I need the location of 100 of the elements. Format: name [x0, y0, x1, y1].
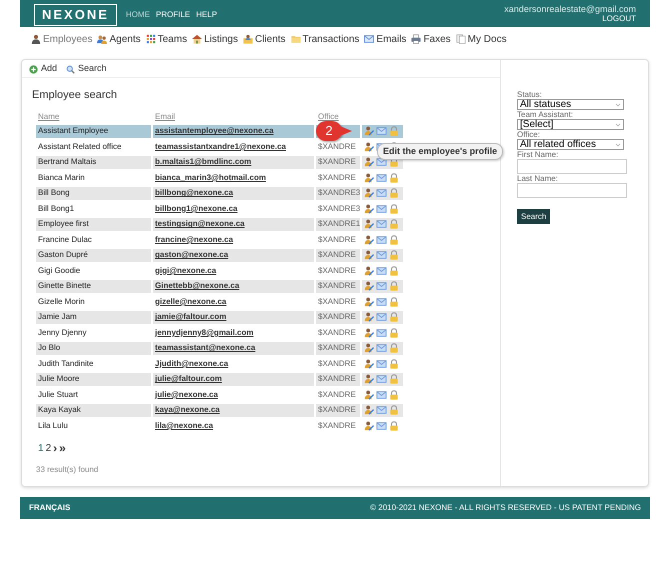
search-button[interactable]: Search: [66, 62, 107, 76]
lock-icon[interactable]: [389, 250, 400, 260]
envelope-icon[interactable]: [376, 172, 388, 183]
person-pencil-icon[interactable]: [364, 250, 374, 260]
person-pencil-icon[interactable]: [364, 343, 374, 354]
nav-link[interactable]: PROFILE: [156, 9, 190, 21]
nav-tab[interactable]: Agents: [97, 32, 141, 46]
envelope-icon[interactable]: [376, 296, 388, 307]
nav-link[interactable]: HOME: [126, 9, 150, 21]
column-header[interactable]: Email: [155, 112, 176, 120]
lock-icon[interactable]: [389, 266, 400, 276]
person-pencil-icon[interactable]: [364, 157, 374, 168]
lock-icon[interactable]: [389, 420, 400, 431]
lock-icon[interactable]: [389, 157, 400, 168]
envelope-icon[interactable]: [376, 204, 388, 214]
lock-icon[interactable]: [389, 234, 400, 245]
page-link[interactable]: ›: [53, 443, 58, 453]
person-pencil-icon[interactable]: [364, 405, 374, 416]
email-link[interactable]: Jjudith@nexone.ca: [155, 358, 228, 368]
page-link[interactable]: »: [59, 443, 66, 453]
lock-icon[interactable]: [389, 219, 400, 230]
envelope-icon[interactable]: [376, 250, 388, 260]
envelope-icon[interactable]: [376, 420, 388, 431]
envelope-icon[interactable]: [376, 358, 388, 369]
lock-icon[interactable]: [389, 204, 400, 214]
email-link[interactable]: bianca_marin3@hotmail.com: [155, 172, 266, 182]
lock-icon[interactable]: [389, 405, 400, 416]
nav-tab[interactable]: Teams: [146, 32, 188, 46]
nav-tab[interactable]: Emails: [364, 32, 406, 46]
envelope-icon[interactable]: [376, 157, 388, 168]
nav-tab[interactable]: Faxes: [411, 32, 451, 46]
nav-tab[interactable]: My Docs: [456, 32, 507, 46]
table-cell: Employee first: [36, 218, 151, 231]
lock-icon[interactable]: [389, 328, 400, 338]
lock-icon[interactable]: [389, 358, 400, 369]
envelope-icon[interactable]: [376, 343, 388, 354]
input-field[interactable]: [517, 183, 627, 198]
email-link[interactable]: gizelle@nexone.ca: [155, 296, 226, 306]
envelope-icon[interactable]: [376, 312, 388, 322]
email-link[interactable]: julie@nexone.ca: [155, 390, 218, 399]
search-button[interactable]: Search: [517, 209, 550, 224]
add-button[interactable]: Add: [29, 62, 58, 76]
person-pencil-icon[interactable]: [364, 358, 374, 369]
person-pencil-icon[interactable]: [364, 374, 374, 384]
logout-link[interactable]: LOGOUT: [602, 14, 636, 24]
email-link[interactable]: billbong1@nexone.ca: [155, 204, 238, 213]
email-link[interactable]: teamassistantxandre1@nexone.ca: [155, 142, 286, 151]
dropdown[interactable]: All related offices: [517, 139, 624, 150]
nav-tab[interactable]: Listings: [192, 32, 238, 46]
person-pencil-icon[interactable]: [364, 172, 374, 183]
dropdown[interactable]: [Select]: [517, 119, 624, 130]
envelope-icon[interactable]: [376, 266, 388, 276]
tooltip: Edit the employee's profile: [377, 143, 504, 160]
lock-icon[interactable]: [389, 281, 400, 292]
email-link[interactable]: jennydjenny8@gmail.com: [155, 328, 254, 337]
person-pencil-icon[interactable]: [364, 204, 374, 214]
dropdown[interactable]: All statuses: [517, 99, 624, 110]
column-header[interactable]: Office: [318, 112, 339, 120]
language-link[interactable]: FRANÇAIS: [29, 502, 70, 514]
person-pencil-icon[interactable]: [364, 266, 374, 276]
envelope-icon[interactable]: [376, 281, 388, 292]
lock-icon[interactable]: [389, 188, 400, 198]
input-field[interactable]: [517, 159, 627, 174]
envelope-icon[interactable]: [376, 126, 388, 136]
email-link[interactable]: lila@nexone.ca: [155, 420, 214, 430]
person-pencil-icon[interactable]: [364, 281, 374, 292]
nav-tab[interactable]: Employees: [31, 32, 92, 46]
envelope-icon[interactable]: [376, 188, 388, 198]
lock-icon[interactable]: [389, 390, 400, 400]
lock-icon[interactable]: [389, 296, 400, 307]
table-cell: Gaston Dupré: [36, 248, 151, 262]
person-pencil-icon[interactable]: [364, 188, 374, 198]
envelope-icon[interactable]: [376, 405, 388, 416]
lock-icon[interactable]: [389, 126, 400, 136]
lock-icon[interactable]: [389, 374, 400, 384]
nav-tab[interactable]: Transactions: [290, 32, 360, 46]
nav-link[interactable]: HELP: [196, 9, 218, 21]
nav-tab[interactable]: Clients: [242, 32, 286, 46]
person-pencil-icon[interactable]: [364, 328, 374, 338]
person-pencil-icon[interactable]: [364, 296, 374, 307]
envelope-icon[interactable]: [376, 234, 388, 245]
person-pencil-icon[interactable]: [364, 312, 374, 322]
lock-icon[interactable]: [389, 172, 400, 183]
envelope-icon[interactable]: [376, 219, 388, 230]
person-pencil-icon[interactable]: [364, 234, 374, 245]
email-link[interactable]: francine@nexone.ca: [155, 234, 234, 244]
person-pencil-icon[interactable]: [364, 142, 374, 152]
person-pencil-icon[interactable]: [364, 219, 374, 230]
page-link[interactable]: 2: [46, 440, 52, 456]
person-pencil-icon[interactable]: [364, 420, 374, 431]
envelope-icon[interactable]: [376, 390, 388, 400]
person-pencil-icon[interactable]: [364, 390, 374, 400]
lock-icon[interactable]: [389, 312, 400, 322]
envelope-icon[interactable]: [376, 328, 388, 338]
person-pencil-icon[interactable]: [364, 126, 374, 136]
lock-icon[interactable]: [389, 343, 400, 354]
envelope-icon[interactable]: [376, 374, 388, 384]
email-link[interactable]: gigi@nexone.ca: [155, 266, 216, 275]
page-link[interactable]: 1: [38, 440, 44, 456]
column-header[interactable]: Name: [38, 112, 60, 120]
